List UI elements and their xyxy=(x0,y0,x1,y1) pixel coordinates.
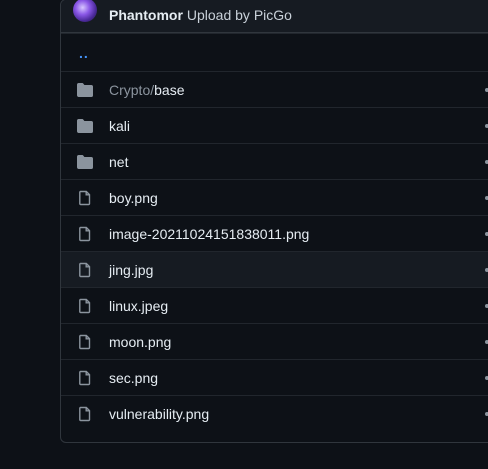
file-name-link[interactable]: image-20211024151838011.png xyxy=(109,226,309,242)
file-row[interactable]: sec.png xyxy=(61,359,488,395)
file-name: base xyxy=(154,81,185,98)
commit-message[interactable]: Upload by PicGo xyxy=(187,7,292,23)
file-name-link[interactable]: net xyxy=(109,154,128,170)
file-icon xyxy=(61,190,109,206)
file-row[interactable]: vulnerability.png xyxy=(61,395,488,431)
file-row[interactable]: linux.jpeg xyxy=(61,287,488,323)
folder-icon xyxy=(61,82,109,98)
path-prefix: Crypto/ xyxy=(109,81,155,98)
file-icon xyxy=(61,334,109,350)
file-name-link[interactable]: sec.png xyxy=(109,370,158,386)
file-row[interactable]: boy.png xyxy=(61,179,488,215)
file-icon xyxy=(61,262,109,278)
parent-directory-row[interactable]: .. xyxy=(61,33,488,71)
file-name-link[interactable]: kali xyxy=(109,118,130,134)
file-browser: Phantomor Upload by PicGo .. Crypto/base… xyxy=(60,0,488,443)
commit-author[interactable]: Phantomor xyxy=(109,7,183,23)
latest-commit-bar: Phantomor Upload by PicGo xyxy=(61,0,488,33)
file-name-link[interactable]: linux.jpeg xyxy=(109,298,168,314)
file-name-link[interactable]: moon.png xyxy=(109,334,171,350)
file-icon xyxy=(61,406,109,422)
folder-icon xyxy=(61,118,109,134)
file-icon xyxy=(61,226,109,242)
file-row[interactable]: jing.jpg xyxy=(61,251,488,287)
file-name-link[interactable]: Crypto/base xyxy=(109,82,184,98)
file-name-link[interactable]: boy.png xyxy=(109,190,158,206)
file-name-link[interactable]: jing.jpg xyxy=(109,262,153,278)
file-row[interactable]: net xyxy=(61,143,488,179)
folder-icon xyxy=(61,154,109,170)
file-row[interactable]: image-20211024151838011.png xyxy=(61,215,488,251)
file-name-link[interactable]: vulnerability.png xyxy=(109,406,209,422)
avatar[interactable] xyxy=(73,0,97,22)
file-row[interactable]: kali xyxy=(61,107,488,143)
file-row[interactable]: moon.png xyxy=(61,323,488,359)
file-row[interactable]: Crypto/base xyxy=(61,71,488,107)
parent-directory-link[interactable]: .. xyxy=(61,45,89,61)
file-icon xyxy=(61,298,109,314)
file-icon xyxy=(61,370,109,386)
